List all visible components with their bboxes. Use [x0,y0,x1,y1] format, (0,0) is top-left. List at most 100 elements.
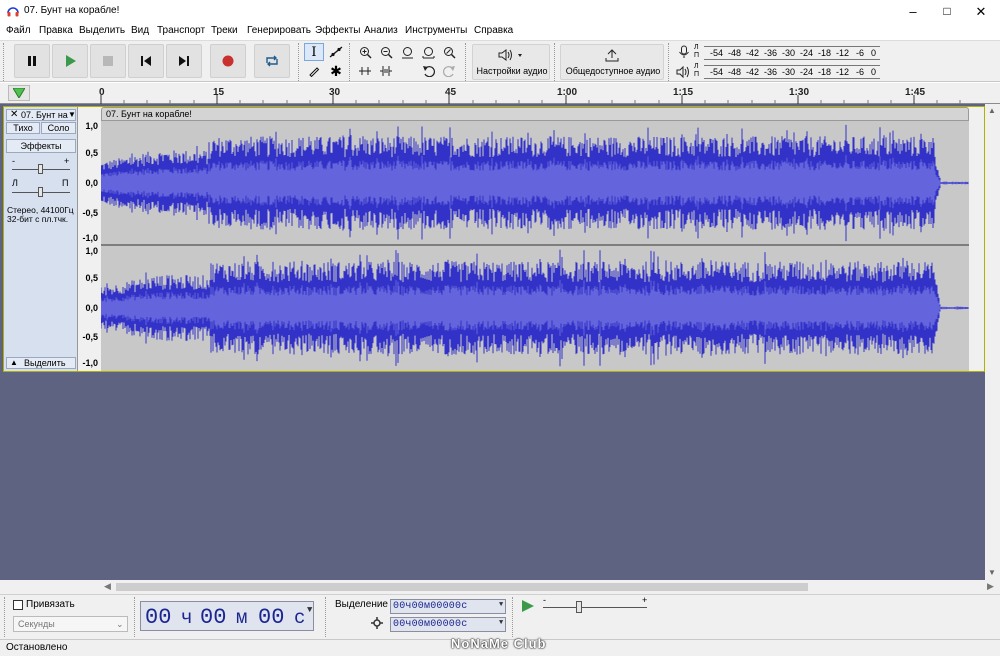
edit-grip[interactable] [349,43,353,81]
timeline-ruler[interactable]: 0 15 30 45 1:00 1:15 1:30 1:45 [0,83,1000,104]
gear-icon[interactable] [371,617,383,629]
meter-grip[interactable] [668,43,672,81]
waveform-display[interactable] [101,121,969,371]
mute-button[interactable]: Тихо [6,122,40,134]
toolbar-grip[interactable] [3,43,7,81]
zoom-in-button[interactable] [355,43,375,61]
pencil-icon [309,67,320,77]
clip-name[interactable]: 07. Бунт на корабле! [106,109,192,119]
multi-tool[interactable]: ✱ [326,62,346,80]
selection-end-arrow-icon[interactable]: ▼ [499,619,503,627]
pan-slider-thumb[interactable] [38,187,43,197]
draw-tool[interactable] [304,62,324,80]
solo-button[interactable]: Соло [41,122,76,134]
collapse-arrow-icon[interactable]: ▲ [10,358,18,367]
audio-setup-grip[interactable] [465,43,469,81]
menu-view[interactable]: Вид [131,25,149,36]
track-header[interactable]: ✕ 07. Бунт на ▼ [6,109,76,121]
selection-start-arrow-icon[interactable]: ▼ [499,601,503,609]
selection-end-field[interactable]: 00ч00м00000с ▼ [390,617,506,632]
menu-tools[interactable]: Инструменты [405,25,467,36]
selection-grip[interactable] [325,597,329,637]
silence-button[interactable] [376,62,396,80]
zoom-fit-icon [422,46,434,58]
scroll-up-arrow-icon[interactable]: ▲ [988,106,996,115]
clip-header[interactable]: 07. Бунт на корабле! [101,107,969,121]
skip-to-start-button[interactable] [128,44,164,78]
time-grip[interactable] [134,597,138,637]
scroll-down-arrow-icon[interactable]: ▼ [988,568,996,577]
menu-help[interactable]: Справка [474,25,513,36]
loop-button[interactable] [254,44,290,78]
recording-meter[interactable]: Л П -54 -48 -42 -36 -30 -24 -18 -12 -6 0 [694,44,884,60]
play-speed-slider[interactable] [543,607,647,608]
play-speed-thumb[interactable] [576,601,582,613]
scroll-right-arrow-icon[interactable]: ▶ [987,581,994,592]
meter-scale-label: -6 [856,48,865,58]
minimize-button[interactable]: – [896,0,930,23]
tools-grip[interactable] [298,43,302,81]
effects-button[interactable]: Эффекты [6,139,76,153]
track-control-panel[interactable]: ✕ 07. Бунт на ▼ Тихо Соло Эффекты - + Л … [4,107,78,371]
gain-slider-thumb[interactable] [38,164,43,174]
play-at-speed-icon[interactable] [520,599,536,613]
fit-selection-button[interactable] [397,43,417,61]
skip-to-end-button[interactable] [166,44,202,78]
zoom-out-button[interactable] [376,43,396,61]
menu-transport[interactable]: Транспорт [157,25,205,36]
playback-speaker-icon[interactable] [676,66,692,78]
audio-setup-button[interactable]: Настройки аудио [472,44,550,80]
maximize-button[interactable]: □ [930,0,964,23]
time-format-arrow-icon[interactable]: ▼ [307,605,312,615]
envelope-tool[interactable] [326,43,346,61]
close-window-button[interactable]: ✕ [964,0,998,23]
meter-scale-label: -12 [836,48,850,58]
zoom-toggle-icon [443,46,456,59]
snap-grip[interactable] [4,597,8,637]
track-close-icon[interactable]: ✕ [10,109,18,120]
menu-file[interactable]: Файл [6,25,31,36]
timeline-options-button[interactable] [8,85,30,101]
scale-label: 0,0 [85,178,98,188]
snap-checkbox[interactable] [13,600,23,610]
stop-button[interactable] [90,44,126,78]
waveform-clip[interactable]: 07. Бунт на корабле! [101,107,971,371]
redo-button[interactable] [439,62,459,80]
main-toolbar: I ✱ Настройки аудио Общедоступное аудио … [0,40,1000,82]
zoom-toggle-button[interactable] [439,43,459,61]
pause-button[interactable] [14,44,50,78]
skip-end-icon [179,56,189,66]
track-menu-arrow-icon[interactable]: ▼ [68,110,76,119]
track-name[interactable]: 07. Бунт на [21,110,68,120]
selection-start-field[interactable]: 00ч00м00000с ▼ [390,599,506,614]
playback-meter[interactable]: Л П -54 -48 -42 -36 -30 -24 -18 -12 -6 0 [694,63,884,79]
share-grip[interactable] [554,43,558,81]
menu-analyze[interactable]: Анализ [364,25,398,36]
snap-unit-select[interactable]: Секунды ⌄ [13,616,128,632]
selection-start-value: 00ч00м00000с [393,601,468,612]
menu-edit[interactable]: Правка [39,25,73,36]
selection-label: Выделение [335,599,388,610]
fit-project-button[interactable] [418,43,438,61]
menu-tracks[interactable]: Треки [211,25,238,36]
scroll-left-arrow-icon[interactable]: ◀ [104,581,111,592]
play-button[interactable] [52,44,88,78]
meter-scale-label: -48 [728,48,742,58]
microphone-icon[interactable] [677,45,691,59]
snap-unit-value: Секунды [18,619,55,629]
menu-effects[interactable]: Эффекты [315,25,360,36]
undo-button[interactable] [418,62,438,80]
share-audio-button[interactable]: Общедоступное аудио [560,44,664,80]
menu-select[interactable]: Выделить [79,25,125,36]
horizontal-scrollbar[interactable]: ◀ ▶ [0,580,1000,594]
trim-button[interactable] [355,62,375,80]
time-display[interactable]: 00 ч 00 м 00 с ▼ [140,601,314,631]
play-speed-grip[interactable] [512,597,516,637]
vertical-scrollbar[interactable]: ▲ ▼ [985,104,1000,580]
record-button[interactable] [210,44,246,78]
title-bar: 07. Бунт на корабле! – □ ✕ [0,0,1000,23]
horizontal-scroll-thumb[interactable] [116,583,808,591]
menu-generate[interactable]: Генерировать [247,25,311,36]
track-select-button[interactable]: ▲ Выделить [6,357,76,369]
selection-tool[interactable]: I [304,43,324,61]
